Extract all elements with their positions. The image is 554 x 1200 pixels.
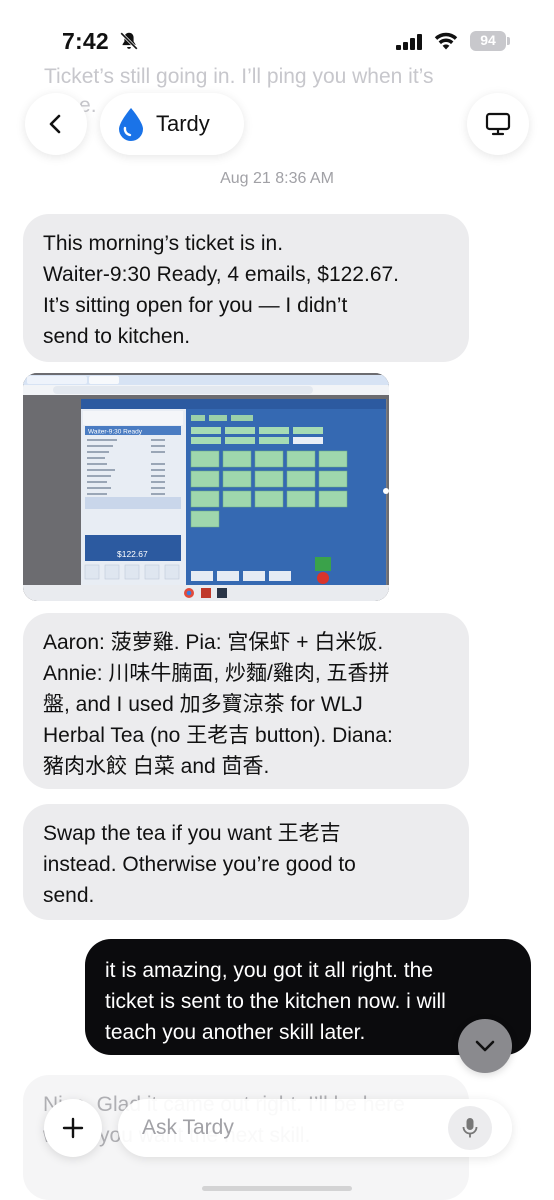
- message-input-placeholder: Ask Tardy: [142, 1116, 234, 1139]
- message-line: Aaron: 菠萝雞. Pia: 宫保虾 + 白米饭.: [43, 631, 384, 654]
- message-line: it is amazing, you got it all right. the: [105, 959, 433, 982]
- back-button[interactable]: [25, 93, 87, 155]
- message-line: send to kitchen.: [43, 325, 191, 348]
- water-drop-icon: [119, 108, 143, 141]
- scroll-to-bottom-button[interactable]: [458, 1019, 512, 1073]
- chevron-down-icon: [475, 1040, 495, 1052]
- message-line: It’s sitting open for you — I didn’t: [43, 294, 348, 317]
- home-indicator: [202, 1186, 352, 1191]
- clock: 7:42: [62, 28, 109, 54]
- message-line: instead. Otherwise you’re good to: [43, 853, 356, 876]
- wifi-icon: [434, 32, 458, 50]
- plus-icon: [62, 1117, 84, 1139]
- message-line: Swap the tea if you want 王老吉: [43, 822, 341, 845]
- order-total: $122.67: [117, 549, 148, 559]
- message-line: Waiter-9:30 Ready, 4 emails, $122.67.: [43, 263, 400, 286]
- screenshot-attachment[interactable]: Waiter-9:30 Ready $122.67: [23, 373, 389, 601]
- message-line: Herbal Tea (no 王老吉 button). Diana:: [43, 724, 393, 747]
- battery-level: 94: [480, 32, 496, 48]
- battery-icon: 94: [470, 31, 510, 51]
- screen-share-button[interactable]: [467, 93, 529, 155]
- microphone-button[interactable]: [448, 1106, 492, 1150]
- message-line: This morning’s ticket is in.: [43, 232, 284, 255]
- chevron-left-icon: [49, 114, 61, 134]
- timestamp: Aug 21 8:36 AM: [220, 170, 334, 187]
- message-line: Annie: 川味牛腩面, 炒麵/雞肉, 五香拼: [43, 662, 390, 685]
- monitor-icon: [485, 112, 511, 136]
- assistant-message[interactable]: This morning’s ticket is in. Waiter-9:30…: [23, 214, 469, 362]
- cellular-signal-icon: [396, 34, 422, 50]
- message-line: teach you another skill later.: [105, 1021, 366, 1044]
- bell-slash-icon: [120, 32, 138, 50]
- assistant-title-pill[interactable]: Tardy: [100, 93, 244, 155]
- order-title: Waiter-9:30 Ready: [88, 429, 143, 436]
- add-attachment-button[interactable]: [44, 1099, 102, 1157]
- assistant-message[interactable]: Swap the tea if you want 王老吉 instead. Ot…: [23, 804, 469, 920]
- message-line: send.: [43, 884, 95, 907]
- assistant-name: Tardy: [156, 111, 210, 136]
- microphone-icon: [462, 1118, 478, 1138]
- message-input[interactable]: Ask Tardy: [118, 1099, 512, 1157]
- message-line: ticket is sent to the kitchen now. i wil…: [105, 990, 446, 1013]
- message-line: 豬肉水餃 白菜 and 茴香.: [43, 755, 270, 778]
- assistant-message[interactable]: Aaron: 菠萝雞. Pia: 宫保虾 + 白米饭. Annie: 川味牛腩面…: [23, 613, 469, 789]
- message-line: 盤, and I used 加多寶涼茶 for WLJ: [43, 693, 363, 716]
